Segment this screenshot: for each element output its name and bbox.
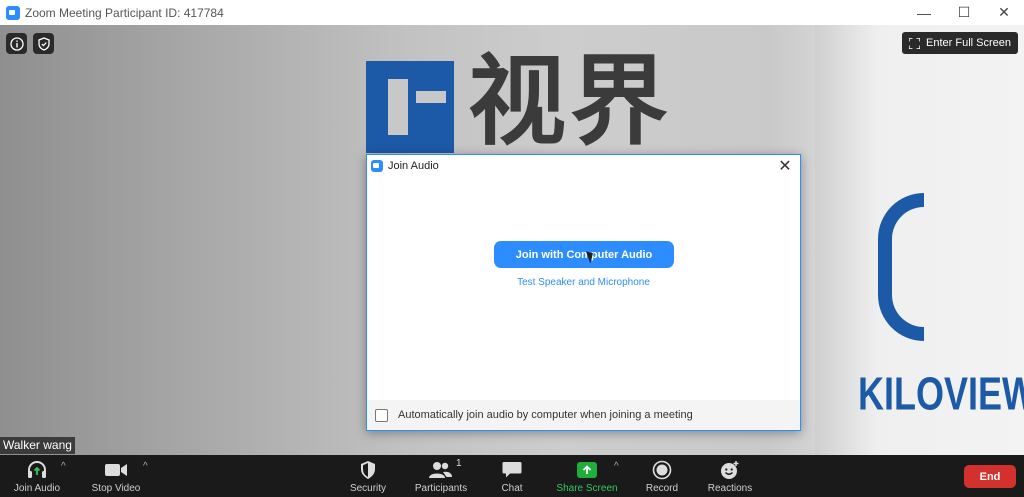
dialog-footer: Automatically join audio by computer whe… <box>367 400 800 430</box>
stop-video-label: Stop Video <box>91 483 141 494</box>
auto-join-audio-checkbox[interactable] <box>375 408 388 422</box>
background-logo-mark <box>366 61 454 153</box>
chat-label: Chat <box>501 483 523 494</box>
reactions-label: Reactions <box>707 483 753 494</box>
zoom-logo-icon <box>6 5 20 20</box>
participants-count: 1 <box>456 458 462 469</box>
meeting-info-icon[interactable] <box>6 33 27 54</box>
meeting-toolbar: Join Audio ^ Stop Video ^ Security 1 Par… <box>0 455 1024 497</box>
share-screen-label: Share Screen <box>556 483 618 494</box>
video-options-caret[interactable]: ^ <box>143 461 148 472</box>
join-computer-audio-button[interactable]: Join with Computer Audio <box>494 241 674 268</box>
enter-full-screen-label: Enter Full Screen <box>926 37 1011 49</box>
enter-full-screen-button[interactable]: Enter Full Screen <box>902 32 1018 54</box>
join-audio-dialog: Join Audio ✕ Join with Computer Audio Te… <box>366 154 801 431</box>
chat-bubble-icon <box>502 459 522 481</box>
title-bar: Zoom Meeting Participant ID: 417784 — ☐ … <box>0 0 1024 25</box>
join-audio-button[interactable]: Join Audio <box>10 455 64 497</box>
zoom-window: Zoom Meeting Participant ID: 417784 — ☐ … <box>0 0 1024 497</box>
security-label: Security <box>349 483 387 494</box>
share-screen-button[interactable]: Share Screen <box>555 455 619 497</box>
smiley-icon <box>720 459 740 481</box>
background-brand-logo <box>878 193 924 341</box>
video-top-left-icons <box>6 33 54 54</box>
end-meeting-button[interactable]: End <box>964 465 1016 488</box>
share-options-caret[interactable]: ^ <box>614 461 619 472</box>
zoom-logo-icon <box>371 160 383 172</box>
shield-icon <box>359 459 377 481</box>
headphones-icon <box>26 459 48 481</box>
close-window-button[interactable]: ✕ <box>984 0 1024 25</box>
dialog-title-bar: Join Audio ✕ <box>367 155 800 177</box>
participants-icon: 1 <box>428 458 462 481</box>
minimize-button[interactable]: — <box>904 0 944 25</box>
participants-label: Participants <box>414 483 468 494</box>
encryption-shield-icon[interactable] <box>33 33 54 54</box>
dialog-close-button[interactable]: ✕ <box>776 156 794 176</box>
maximize-button[interactable]: ☐ <box>944 0 984 25</box>
test-speaker-microphone-link[interactable]: Test Speaker and Microphone <box>367 277 800 288</box>
video-camera-icon <box>104 459 128 481</box>
auto-join-audio-label: Automatically join audio by computer whe… <box>398 409 693 421</box>
window-title: Zoom Meeting Participant ID: 417784 <box>25 5 224 20</box>
fullscreen-icon <box>909 37 921 49</box>
record-label: Record <box>645 483 679 494</box>
stop-video-button[interactable]: Stop Video <box>88 455 144 497</box>
record-button[interactable]: Record <box>642 455 682 497</box>
window-controls: — ☐ ✕ <box>904 0 1024 25</box>
participants-button[interactable]: 1 Participants <box>412 455 470 497</box>
security-button[interactable]: Security <box>346 455 390 497</box>
reactions-button[interactable]: Reactions <box>705 455 755 497</box>
audio-options-caret[interactable]: ^ <box>61 461 66 472</box>
dialog-title: Join Audio <box>388 160 439 172</box>
participant-name-tag: Walker wang <box>0 437 75 454</box>
join-audio-label: Join Audio <box>13 483 61 494</box>
chat-button[interactable]: Chat <box>497 455 527 497</box>
background-brand-text: KILOVIEW <box>858 366 1024 420</box>
background-chinese-text: 视界 <box>468 45 673 159</box>
share-screen-icon <box>577 462 597 478</box>
record-icon <box>652 459 672 481</box>
share-screen-icon-wrap <box>577 459 597 481</box>
